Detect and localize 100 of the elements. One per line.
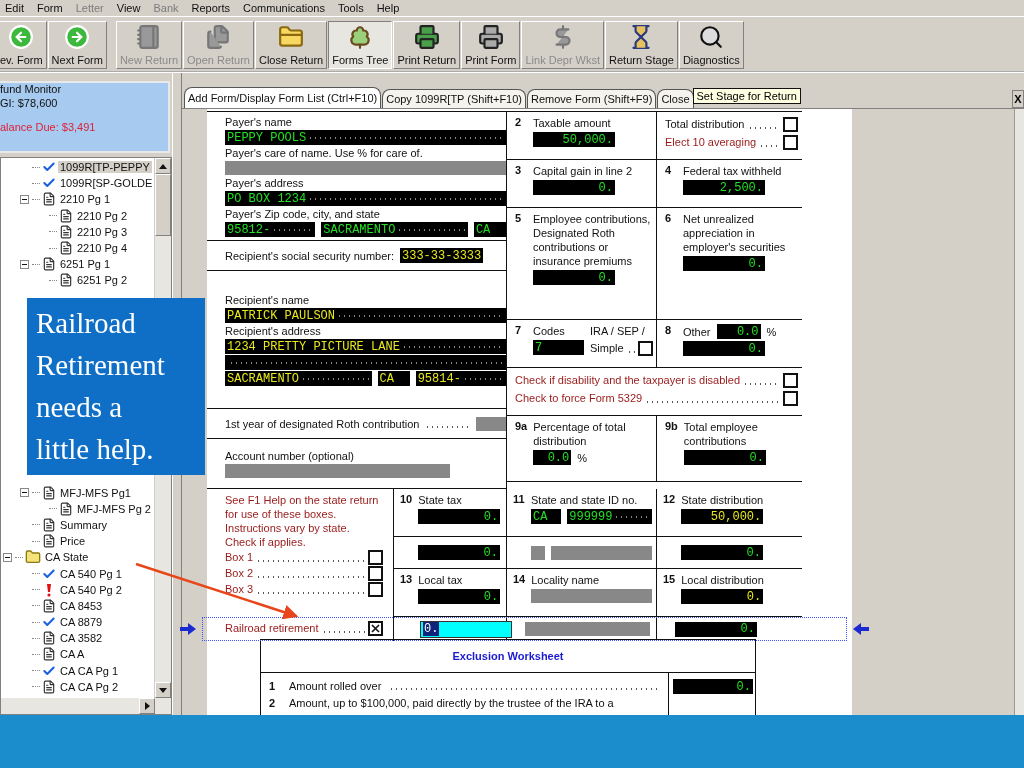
field-label: Net unrealized appreciation in employer's securities bbox=[683, 212, 787, 254]
field-label: Employee contributions, Designated Roth contributions or insurance premiums bbox=[533, 212, 652, 268]
text-field[interactable]: CA bbox=[531, 509, 562, 524]
box-number: 6 bbox=[665, 212, 673, 226]
text-field[interactable]: 333-33-3333 bbox=[400, 248, 484, 263]
amount-field[interactable]: 0. bbox=[673, 679, 753, 694]
text-field[interactable]: PO BOX 1234 bbox=[225, 191, 506, 206]
field-label: Payer's Zip code, city, and state bbox=[225, 207, 381, 221]
tree-item[interactable]: 6251 Pg 1 bbox=[58, 258, 113, 271]
amount-field[interactable]: 0.0 bbox=[716, 324, 761, 339]
amount-field[interactable]: 50,000. bbox=[533, 132, 615, 147]
field-label: Federal tax withheld bbox=[683, 164, 783, 178]
form-tab[interactable]: Close bbox=[657, 89, 694, 108]
amount-field[interactable]: 0. bbox=[418, 509, 501, 524]
amount-field[interactable]: 0. bbox=[533, 270, 615, 285]
check-label: Box 2 bbox=[225, 566, 254, 580]
tree-item[interactable]: MFJ-MFS Pg 2 bbox=[75, 502, 153, 515]
amount-field[interactable]: 0.0 bbox=[533, 450, 572, 465]
tree-item[interactable]: CA State bbox=[43, 551, 91, 564]
tree-item[interactable]: CA CA Pg 2 bbox=[58, 680, 121, 693]
box-number: 5 bbox=[515, 212, 523, 226]
text-field[interactable]: SACRAMENTO bbox=[321, 222, 468, 237]
agi-amount: GI: $78,600 bbox=[0, 97, 59, 109]
field-label: Recipient's social security number: bbox=[225, 248, 394, 263]
amount-field[interactable]: 0. bbox=[533, 180, 615, 195]
tree-item[interactable]: CA CA Pg 1 bbox=[58, 664, 121, 677]
menu-item[interactable]: Form bbox=[36, 2, 63, 14]
forms-tree-button[interactable]: Forms Tree bbox=[328, 21, 393, 69]
field-label: Taxable amount bbox=[533, 116, 612, 130]
amount-field[interactable]: 0. bbox=[683, 256, 765, 271]
text-field[interactable]: 7 bbox=[533, 340, 584, 355]
text-field[interactable]: PATRICK PAULSON bbox=[225, 308, 506, 323]
check-label: Check to force Form 5329 bbox=[515, 391, 643, 405]
tree-item[interactable]: CA 8879 bbox=[58, 616, 105, 629]
amount-field[interactable]: 0. bbox=[418, 545, 500, 560]
print-return-button[interactable]: Print Return bbox=[393, 21, 461, 69]
field-label: Payer's care of name. Use % for care of. bbox=[225, 146, 424, 160]
field-label: Recipient's address bbox=[225, 324, 322, 338]
text-field[interactable]: 95814- bbox=[415, 371, 506, 386]
tree-item[interactable]: 1099R[SP-GOLDE bbox=[58, 177, 154, 190]
text-field[interactable]: 999999 bbox=[567, 509, 652, 524]
text-field[interactable]: PEPPY POOLS bbox=[225, 130, 506, 145]
close-return-button[interactable]: Close Return bbox=[255, 21, 328, 69]
amount-field[interactable]: 0. bbox=[675, 621, 757, 637]
tree-item[interactable]: CA 540 Pg 1 bbox=[58, 567, 124, 580]
menu-item[interactable]: View bbox=[116, 2, 141, 14]
check-label: Railroad retirement bbox=[225, 621, 319, 635]
menu-item[interactable]: Help bbox=[376, 2, 400, 14]
text-field[interactable]: 1234 PRETTY PICTURE LANE bbox=[225, 339, 506, 354]
tree-item[interactable]: 2210 Pg 1 bbox=[58, 193, 113, 206]
text-field[interactable]: CA bbox=[473, 222, 506, 237]
tree-item[interactable]: CA A bbox=[58, 648, 87, 661]
amount-field[interactable]: 0. bbox=[681, 589, 764, 604]
form-tab[interactable]: Add Form/Display Form List (Ctrl+F10) bbox=[184, 87, 382, 108]
text-field[interactable]: CA bbox=[377, 371, 410, 386]
tree-item[interactable]: 2210 Pg 4 bbox=[75, 242, 130, 255]
tree-item[interactable]: CA 3582 bbox=[58, 632, 105, 645]
field-label: Account number (optional) bbox=[225, 449, 355, 463]
print-form-button[interactable]: Print Form bbox=[461, 21, 521, 69]
tree-item[interactable]: CA 8453 bbox=[58, 599, 105, 612]
amount-field[interactable]: 0. bbox=[683, 341, 765, 356]
field-label: State and state ID no. bbox=[531, 493, 639, 507]
field-label: Codes bbox=[533, 324, 566, 338]
text-field[interactable]: SACRAMENTO bbox=[225, 371, 372, 386]
diagnostics-button[interactable]: Diagnostics bbox=[678, 21, 744, 69]
tree-item[interactable]: 6251 Pg 2 bbox=[75, 274, 130, 287]
menu-item[interactable]: Reports bbox=[191, 2, 231, 14]
tree-item[interactable]: Summary bbox=[58, 518, 110, 531]
form-tab[interactable]: Copy 1099R[TP (Shift+F10) bbox=[382, 89, 527, 108]
amount-field[interactable]: 0. bbox=[420, 620, 512, 638]
box-number: 10 bbox=[400, 493, 413, 505]
next-form-button[interactable]: Next Form bbox=[47, 21, 107, 69]
check-label: Total distribution bbox=[665, 117, 745, 131]
field-label: Capital gain in line 2 bbox=[533, 164, 634, 178]
menu-item[interactable]: Edit bbox=[5, 2, 24, 14]
amount-field[interactable]: 0. bbox=[681, 545, 763, 560]
field-label: State distribution bbox=[681, 493, 765, 507]
amount-field[interactable]: 0. bbox=[683, 450, 766, 465]
tree-item[interactable]: 2210 Pg 3 bbox=[75, 225, 130, 238]
field-label: Locality name bbox=[531, 573, 601, 587]
text-field[interactable]: 95812- bbox=[225, 222, 316, 237]
check-label: Box 1 bbox=[225, 550, 254, 564]
close-button[interactable]: X bbox=[1012, 90, 1024, 108]
menu-item[interactable]: Communications bbox=[243, 2, 325, 14]
tree-item[interactable]: 2210 Pg 2 bbox=[75, 209, 130, 222]
field-label: Payer's address bbox=[225, 176, 305, 190]
menu-item[interactable]: Tools bbox=[337, 2, 364, 14]
amount-field[interactable]: 2,500. bbox=[683, 180, 765, 195]
tree-item[interactable]: Price bbox=[58, 535, 88, 548]
form-tab[interactable]: Remove Form (Shift+F9) bbox=[527, 89, 657, 108]
amount-field[interactable]: 50,000. bbox=[681, 509, 764, 524]
tree-item[interactable]: 1099R[TP-PEPPY bbox=[58, 161, 152, 174]
line-text: Amount rolled over bbox=[289, 679, 382, 693]
tree-item[interactable]: MFJ-MFS Pg1 bbox=[58, 486, 133, 499]
tree-item[interactable]: CA 540 Pg 2 bbox=[58, 583, 124, 596]
box-number: 4 bbox=[665, 164, 673, 178]
check-label: Simple bbox=[590, 341, 624, 355]
return-stage-button[interactable]: Return Stage bbox=[605, 21, 678, 69]
amount-field[interactable]: 0. bbox=[418, 589, 501, 604]
prev-form-button[interactable]: ev. Form bbox=[0, 21, 47, 69]
